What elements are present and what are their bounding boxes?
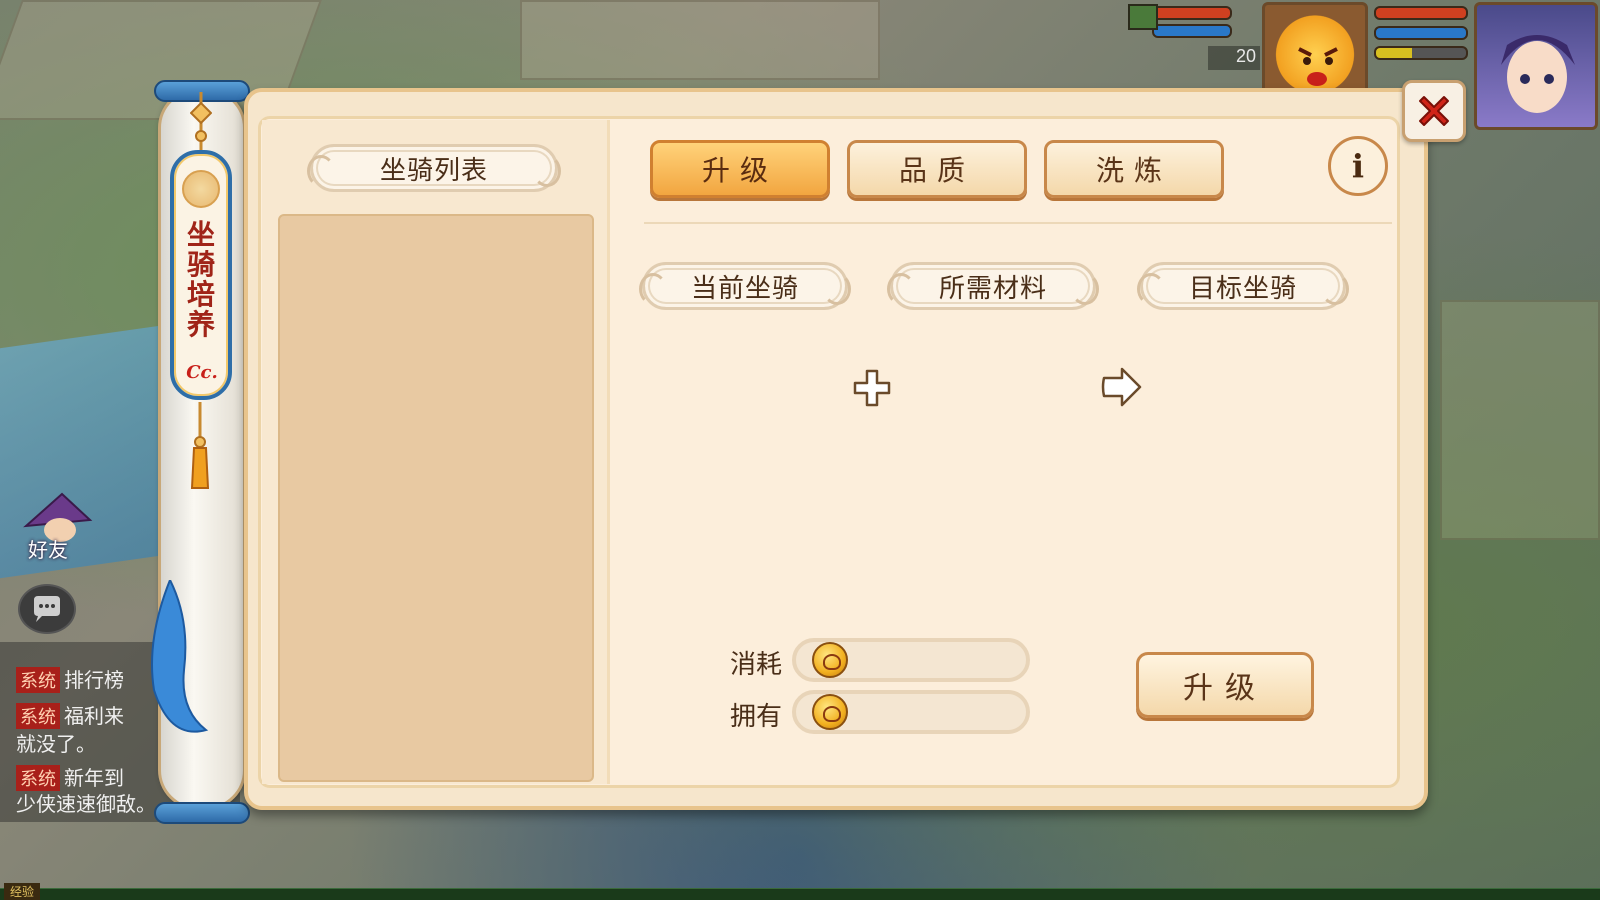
chat-text: 就没了。 [16,732,96,756]
player-avatar-icon [1501,35,1575,113]
tab-upgrade[interactable]: 升级 [650,140,830,198]
buff-icon[interactable] [1128,4,1158,30]
upgrade-button[interactable]: 升级 [1136,652,1314,718]
current-mount-label: 当前坐骑 [639,262,851,310]
chat-text: 排行榜 [64,668,124,692]
player-mp-bar [1374,26,1468,40]
exp-bar [0,888,1600,900]
chat-line: 系统 新年到 [16,762,124,791]
consume-label: 消耗 [730,650,783,680]
chat-text: 少侠速速御敌。 [16,792,156,816]
scroll-cap-bottom [154,802,250,824]
ribbon-icon [151,580,209,733]
pet-portrait[interactable] [1262,2,1368,98]
tab-quality[interactable]: 品质 [847,140,1027,198]
chat-line: 系统 排行榜 [16,664,124,693]
chat-text: 福利来 [64,704,124,728]
banner-mark: Cc. [186,362,218,383]
chat-line: 就没了。 [16,728,96,757]
knot-ornament-icon [190,92,212,152]
info-icon: i [1351,147,1365,185]
page-title: 坐骑培养 [186,218,215,341]
banner-emblem-icon [182,170,220,208]
player-hp-bar [1374,6,1468,20]
tab-refine[interactable]: 洗炼 [1044,140,1224,198]
arrow-right-icon [1101,367,1142,407]
own-label: 拥有 [730,702,783,732]
tab-divider [644,222,1392,224]
chat-text: 新年到 [64,766,124,790]
mount-list[interactable] [278,214,594,782]
plus-icon [853,369,891,407]
chat-line: 少侠速速御敌。 [16,788,156,817]
mount-list-title: 坐骑列表 [307,144,561,192]
pet-mp-bar [1152,24,1232,38]
system-tag: 系统 [16,703,60,729]
chat-bubble-icon [34,596,60,622]
bg-garden-right [1440,300,1600,540]
coin-icon [812,694,848,730]
close-icon [1419,96,1449,126]
chat-line: 系统 福利来 [16,700,124,729]
player-portrait[interactable] [1474,2,1598,130]
bg-garden-top [520,0,880,80]
coin-icon [812,642,848,678]
target-mount-label: 目标坐骑 [1137,262,1349,310]
required-material-label: 所需材料 [887,262,1099,310]
pet-face-icon [1298,47,1338,86]
exp-label: 经验 [4,883,41,900]
player-sp-bar [1374,46,1468,60]
friend-label: 好友 [28,538,68,562]
system-tag: 系统 [16,667,60,693]
pet-hp-bar [1152,6,1232,20]
info-button[interactable]: i [1328,136,1388,196]
close-button[interactable] [1402,80,1466,142]
player-level: 20 [1208,46,1260,70]
chat-button[interactable] [18,584,76,634]
tassel-icon [190,402,210,489]
